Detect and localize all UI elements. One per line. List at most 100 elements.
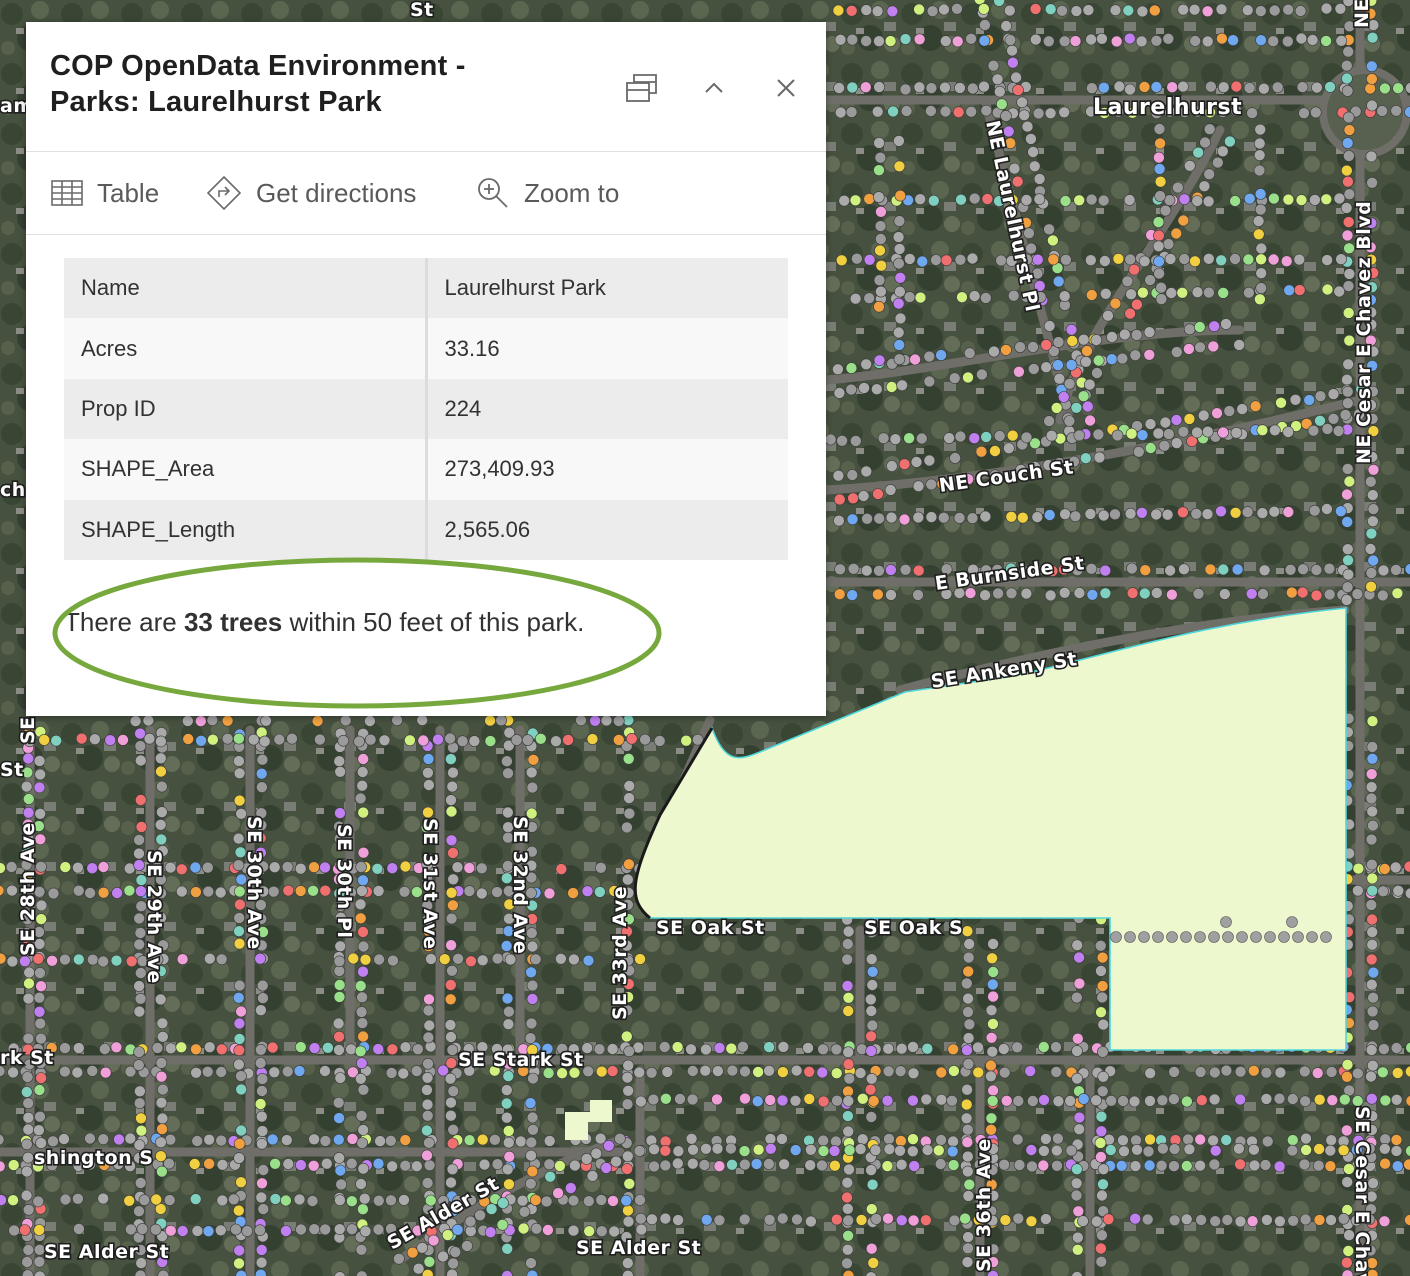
tree-point <box>254 952 267 965</box>
tree-point <box>986 978 999 991</box>
tree-point <box>1020 194 1033 206</box>
tree-point <box>987 938 999 950</box>
tree-point <box>1321 254 1333 266</box>
tree-point <box>356 1137 369 1149</box>
tree-point <box>889 433 902 446</box>
tree-point <box>1129 1160 1142 1172</box>
tree-point <box>907 1214 920 1227</box>
tree-point <box>893 257 905 270</box>
tree-point <box>59 1065 71 1078</box>
tree-point <box>410 1160 423 1172</box>
tree-point <box>960 977 973 990</box>
tree-point <box>86 1065 99 1077</box>
table-action-button[interactable]: Table <box>51 152 159 234</box>
tree-point <box>1217 145 1229 158</box>
tree-point <box>1324 81 1336 93</box>
tree-point <box>962 1032 975 1044</box>
tree-point <box>1082 4 1095 16</box>
tree-point <box>1129 1212 1141 1225</box>
tree-point <box>484 714 496 727</box>
dock-button[interactable] <box>622 68 662 108</box>
tree-point <box>447 1085 460 1097</box>
tree-point <box>422 1004 435 1017</box>
tree-point <box>1196 1094 1208 1106</box>
tree-point <box>527 753 540 766</box>
tree-point <box>233 1017 246 1030</box>
tree-point <box>920 1214 932 1226</box>
tree-point <box>946 1145 959 1158</box>
tree-point <box>308 1133 320 1146</box>
tree-point <box>1367 819 1379 832</box>
tree-point <box>1183 343 1195 355</box>
zoom-to-action-button[interactable]: Zoom to <box>476 152 619 234</box>
tree-point <box>1095 1125 1108 1138</box>
tree-point <box>386 862 399 875</box>
label-ne-top: NE <box>1351 0 1373 28</box>
tree-point <box>872 191 885 203</box>
tree-point <box>282 884 295 897</box>
tree-point <box>1136 506 1148 519</box>
dock-icon <box>626 74 657 102</box>
tree-point <box>307 1160 320 1172</box>
close-button[interactable] <box>766 68 806 108</box>
tree-point <box>1170 437 1183 449</box>
tree-point <box>833 588 846 601</box>
label-left-ch: ch <box>0 479 26 501</box>
tree-point <box>867 1257 880 1269</box>
tree-point <box>502 1070 515 1082</box>
tree-point <box>216 1194 229 1207</box>
tree-point <box>1257 588 1269 600</box>
tree-point <box>854 1067 867 1079</box>
tree-point <box>257 992 269 1004</box>
tree-point <box>882 1042 895 1055</box>
tree-point <box>1203 123 1216 135</box>
tree-point <box>233 925 245 938</box>
tree-point <box>874 244 886 257</box>
tree-point <box>1084 508 1097 520</box>
tree-point <box>182 715 194 727</box>
tree-point <box>842 1230 854 1242</box>
tree-point <box>1189 255 1201 268</box>
tree-point <box>269 1158 281 1170</box>
tree-point <box>1073 1123 1085 1135</box>
tree-point <box>359 1225 372 1238</box>
tree-point <box>1191 426 1203 439</box>
tree-point <box>1342 397 1354 410</box>
tree-point <box>1044 589 1057 602</box>
tree-point <box>1219 588 1231 600</box>
tree-point <box>372 1157 385 1170</box>
tree-point <box>956 291 968 304</box>
tree-point <box>1071 1072 1083 1085</box>
tree-point <box>1256 424 1269 437</box>
tree-point <box>856 1133 869 1145</box>
get-directions-action-button[interactable]: Get directions <box>206 152 416 234</box>
tree-point <box>1229 506 1242 519</box>
tree-point <box>963 938 976 950</box>
attribute-key: SHAPE_Area <box>64 439 428 500</box>
tree-point <box>842 1058 855 1070</box>
tree-point <box>1366 1005 1379 1018</box>
tree-point <box>1208 320 1220 333</box>
tree-point <box>1180 931 1192 943</box>
tree-point <box>1071 1163 1083 1175</box>
tree-point <box>84 887 96 899</box>
collapse-button[interactable] <box>694 68 734 108</box>
tree-point <box>110 1041 123 1054</box>
tree-point <box>892 231 905 243</box>
tree-point <box>912 480 925 493</box>
tree-point <box>671 1157 684 1170</box>
tree-point <box>445 1057 458 1069</box>
tree-point <box>1314 390 1327 403</box>
tree-point <box>97 886 110 899</box>
tree-point <box>1121 275 1134 288</box>
tree-point <box>567 1224 580 1237</box>
tree-point <box>778 1158 790 1171</box>
tree-point <box>865 1203 878 1215</box>
tree-point <box>1178 253 1191 265</box>
tree-point <box>866 965 879 978</box>
tree-point <box>849 435 862 447</box>
tree-point <box>399 1134 412 1146</box>
tree-point <box>1128 263 1140 276</box>
tree-point <box>1143 348 1156 361</box>
tree-point <box>874 151 887 164</box>
